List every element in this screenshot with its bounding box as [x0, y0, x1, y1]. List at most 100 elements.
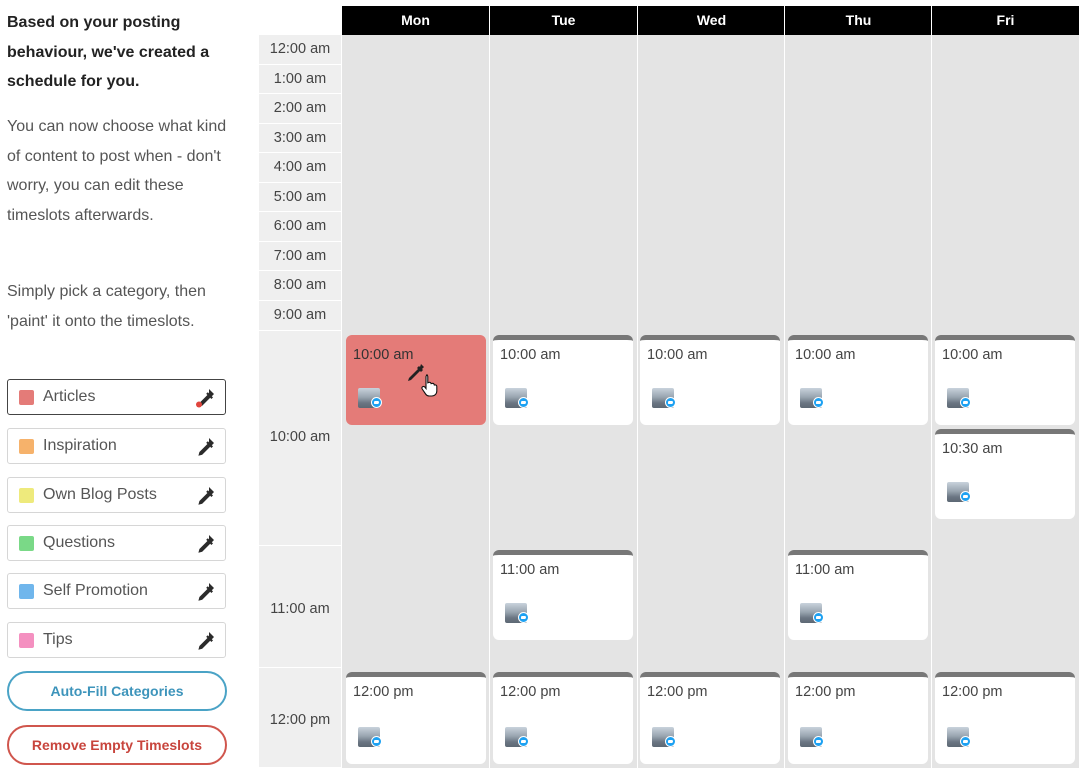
twitter-icon [518, 736, 529, 747]
profile-thumbnail [652, 727, 676, 747]
day-header-tue: Tue [490, 6, 637, 35]
timeslot-time: 12:00 pm [647, 684, 708, 700]
intro-title: Based on your posting behaviour, we've c… [7, 14, 210, 90]
sidebar: Based on your posting behaviour, we've c… [0, 0, 245, 768]
day-header-fri: Fri [932, 6, 1079, 35]
time-row: 4:00 am [259, 153, 341, 183]
profile-thumbnail [800, 603, 824, 623]
time-label: 8:00 am [273, 277, 327, 293]
auto-fill-categories-button[interactable]: Auto-Fill Categories [7, 671, 227, 711]
category-label: Own Blog Posts [43, 486, 157, 503]
eyedropper-icon[interactable] [194, 436, 216, 458]
instructions-text: Simply pick a category, then 'paint' it … [7, 283, 206, 330]
timeslot-wed-12-00-pm[interactable]: 12:00 pm [640, 672, 780, 764]
timeslot-tue-10-00-am[interactable]: 10:00 am [493, 335, 633, 425]
category-label: Tips [43, 631, 73, 648]
column-divider [637, 6, 638, 768]
time-label: 9:00 am [273, 306, 327, 323]
twitter-icon [371, 397, 382, 408]
day-header-mon: Mon [342, 6, 489, 35]
timeslot-fri-10-00-am[interactable]: 10:00 am [935, 335, 1075, 425]
timeslot-fri-12-00-pm[interactable]: 12:00 pm [935, 672, 1075, 764]
twitter-icon [371, 736, 382, 747]
time-label: 2:00 am [273, 100, 327, 116]
category-inspiration[interactable]: Inspiration [7, 428, 226, 464]
timeslot-time: 10:00 am [500, 347, 561, 363]
timeslot-time: 11:00 am [500, 562, 560, 578]
time-label: 11:00 am [270, 600, 330, 617]
time-row: 8:00 am [259, 271, 341, 301]
profile-thumbnail [800, 727, 824, 747]
category-articles[interactable]: Articles [7, 379, 226, 415]
profile-thumbnail [947, 388, 971, 408]
intro-text: You can now choose what kind of content … [7, 118, 227, 224]
timeslot-thu-11-00-am[interactable]: 11:00 am [788, 550, 928, 640]
category-color-swatch [19, 633, 34, 648]
profile-thumbnail [652, 388, 676, 408]
category-label: Self Promotion [43, 582, 148, 599]
category-label: Articles [43, 388, 96, 405]
timeslot-wed-10-00-am[interactable]: 10:00 am [640, 335, 780, 425]
time-row: 5:00 am [259, 183, 341, 212]
category-label: Inspiration [43, 437, 117, 454]
time-row: 10:00 am [259, 331, 341, 546]
timeslot-tue-12-00-pm[interactable]: 12:00 pm [493, 672, 633, 764]
time-row: 11:00 am [259, 546, 341, 668]
timeslot-thu-10-00-am[interactable]: 10:00 am [788, 335, 928, 425]
eyedropper-icon[interactable] [194, 533, 216, 555]
eyedropper-cursor-icon [408, 364, 438, 397]
time-row: 12:00 am [259, 35, 341, 65]
category-questions[interactable]: Questions [7, 525, 226, 561]
timeslot-time: 10:00 am [647, 347, 708, 363]
timeslot-time: 10:00 am [942, 347, 1003, 363]
eyedropper-icon[interactable] [194, 387, 216, 409]
eyedropper-icon[interactable] [194, 581, 216, 603]
schedule-calendar: 12:00 am 1:00 am 2:00 am 3:00 am 4:00 am 5:00… [259, 6, 1079, 768]
time-row: 2:00 am [259, 94, 341, 124]
column-divider [931, 6, 932, 768]
timeslot-time: 12:00 pm [942, 684, 1003, 700]
time-row: 3:00 am [259, 124, 341, 153]
calendar-grid: 12:00 am 1:00 am 2:00 am 3:00 am 4:00 am 5:00… [259, 6, 1079, 768]
time-label: 5:00 am [273, 188, 327, 205]
eyedropper-icon[interactable] [194, 630, 216, 652]
timeslot-mon-12-00-pm[interactable]: 12:00 pm [346, 672, 486, 764]
category-color-swatch [19, 584, 34, 599]
timeslot-fri-10-30-am[interactable]: 10:30 am [935, 429, 1075, 519]
twitter-icon [813, 736, 824, 747]
time-row: 7:00 am [259, 242, 341, 271]
column-divider [784, 6, 785, 768]
profile-thumbnail [505, 388, 529, 408]
time-label: 6:00 am [273, 218, 327, 234]
profile-thumbnail [947, 482, 971, 502]
column-divider [489, 6, 490, 768]
time-label: 10:00 am [269, 428, 331, 445]
profile-thumbnail [947, 727, 971, 747]
remove-empty-timeslots-button[interactable]: Remove Empty Timeslots [7, 725, 227, 765]
time-label: 12:00 am [269, 41, 331, 57]
twitter-icon [960, 736, 971, 747]
category-own-blog-posts[interactable]: Own Blog Posts [7, 477, 226, 513]
category-color-swatch [19, 488, 34, 503]
timeslot-thu-12-00-pm[interactable]: 12:00 pm [788, 672, 928, 764]
twitter-icon [813, 397, 824, 408]
profile-thumbnail [358, 727, 382, 747]
time-row: 1:00 am [259, 65, 341, 94]
eyedropper-icon[interactable] [194, 485, 216, 507]
category-color-swatch [19, 390, 34, 405]
day-header-wed: Wed [638, 6, 785, 35]
timeslot-time: 10:00 am [795, 347, 856, 363]
timeslot-time: 12:00 pm [500, 684, 561, 700]
profile-thumbnail [505, 727, 529, 747]
twitter-icon [960, 491, 971, 502]
time-row: 9:00 am [259, 301, 341, 331]
time-row: 12:00 pm [259, 668, 341, 768]
category-self-promotion[interactable]: Self Promotion [7, 573, 226, 609]
category-tips[interactable]: Tips [7, 622, 226, 658]
timeslot-time: 10:30 am [942, 441, 1003, 457]
category-color-swatch [19, 439, 34, 454]
timeslot-tue-11-00-am[interactable]: 11:00 am [493, 550, 633, 640]
twitter-icon [518, 612, 529, 623]
time-label: 12:00 pm [269, 711, 331, 728]
category-label: Questions [43, 534, 116, 551]
